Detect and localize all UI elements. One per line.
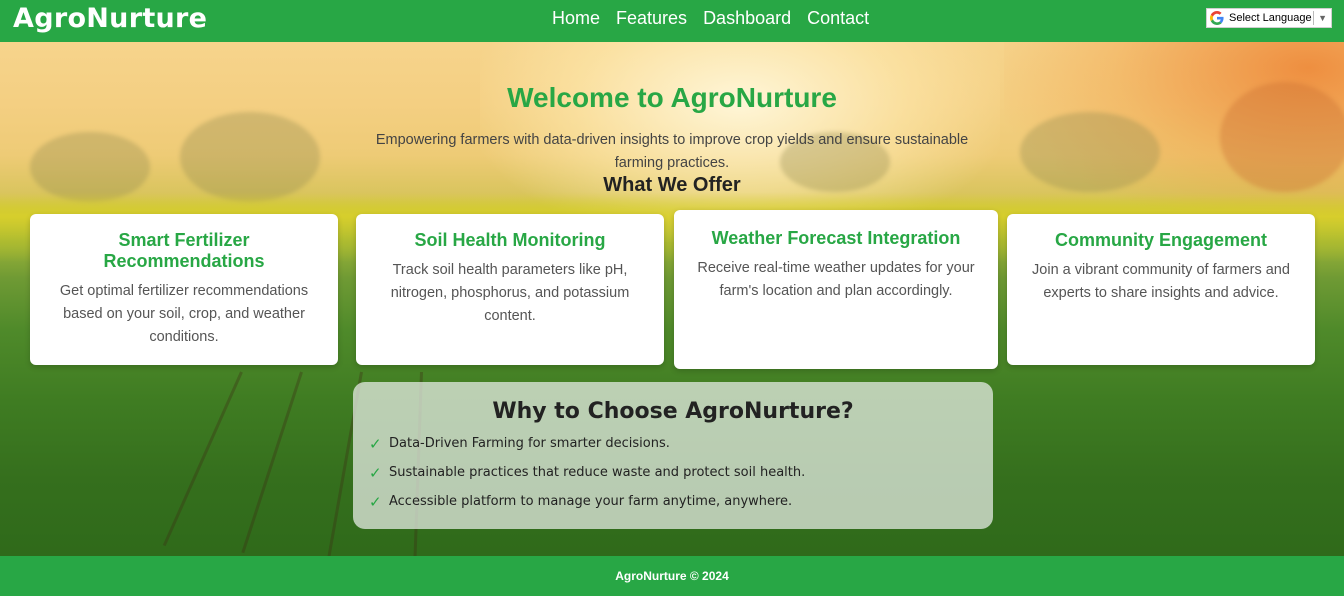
card-title: Weather Forecast Integration: [711, 228, 961, 248]
why-choose-section: Why to Choose AgroNurture? ✓ Data-Driven…: [353, 382, 993, 529]
list-item-text: Accessible platform to manage your farm …: [389, 494, 793, 509]
card-description: Join a vibrant community of farmers and …: [1032, 262, 1290, 301]
why-choose-title: Why to Choose AgroNurture?: [492, 399, 854, 424]
crop-row: [162, 371, 243, 547]
list-item: ✓ Sustainable practices that reduce wast…: [369, 458, 805, 487]
feature-card-soil-health[interactable]: Soil Health Monitoring Track soil health…: [356, 214, 664, 365]
feature-card-community[interactable]: Community Engagement Join a vibrant comm…: [1007, 214, 1315, 365]
google-g-icon: [1209, 10, 1225, 26]
card-description: Get optimal fertilizer recommendations b…: [59, 283, 309, 345]
language-select-label: Select Language: [1229, 12, 1312, 24]
nav-dashboard-link[interactable]: Dashboard: [703, 8, 791, 29]
site-logo[interactable]: AgroNurture: [13, 3, 207, 34]
check-icon: ✓: [369, 463, 382, 482]
dropdown-arrow-icon: ▼: [1318, 13, 1327, 23]
language-select[interactable]: Select Language ▼: [1206, 8, 1332, 28]
navbar: AgroNurture Home Features Dashboard Cont…: [0, 0, 1344, 42]
list-item-text: Data-Driven Farming for smarter decision…: [389, 436, 670, 451]
nav-links: Home Features Dashboard Contact: [552, 8, 869, 29]
card-title: Community Engagement: [1054, 230, 1268, 250]
nav-home-link[interactable]: Home: [552, 8, 600, 29]
list-item: ✓ Data-Driven Farming for smarter decisi…: [369, 429, 805, 458]
card-title: Smart Fertilizer Recommendations: [103, 230, 265, 271]
feature-card-weather-forecast[interactable]: Weather Forecast Integration Receive rea…: [674, 210, 998, 369]
crop-row: [241, 371, 303, 554]
hero-subtitle: Empowering farmers with data-driven insi…: [375, 132, 969, 171]
footer-copyright: AgroNurture © 2024: [615, 569, 729, 583]
check-icon: ✓: [369, 492, 382, 511]
card-description: Receive real-time weather updates for yo…: [697, 260, 975, 299]
language-select-divider: [1313, 11, 1315, 25]
feature-card-smart-fertilizer[interactable]: Smart Fertilizer Recommendations Get opt…: [30, 214, 338, 365]
card-description: Track soil health parameters like pH, ni…: [390, 262, 630, 324]
list-item-text: Sustainable practices that reduce waste …: [389, 465, 806, 480]
check-icon: ✓: [369, 434, 382, 453]
footer: AgroNurture © 2024: [0, 556, 1344, 596]
list-item: ✓ Accessible platform to manage your far…: [369, 487, 805, 516]
nav-contact-link[interactable]: Contact: [807, 8, 869, 29]
hero-title: Welcome to AgroNurture: [507, 82, 837, 113]
why-choose-list: ✓ Data-Driven Farming for smarter decisi…: [369, 429, 805, 516]
card-title: Soil Health Monitoring: [414, 230, 606, 250]
offer-section-title: What We Offer: [603, 174, 741, 196]
nav-features-link[interactable]: Features: [616, 8, 687, 29]
